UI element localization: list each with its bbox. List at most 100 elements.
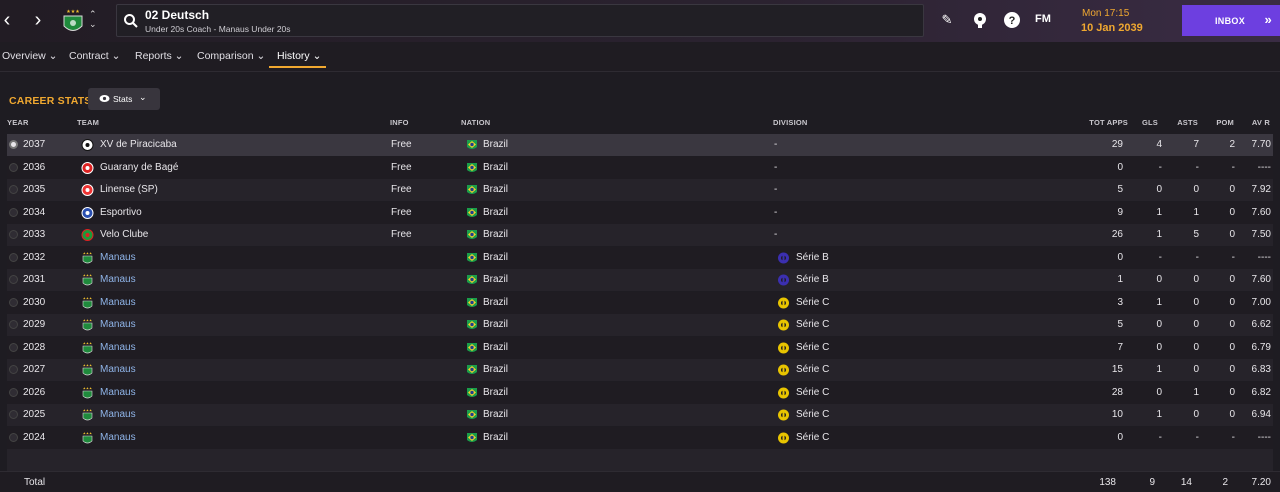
team-cell[interactable]: Manaus [100,319,136,330]
division-cell[interactable]: Série C [796,319,829,330]
current-time: Mon 17:15 [1082,8,1130,19]
col-nation[interactable]: NATION [461,118,490,127]
pom-cell: 0 [1229,184,1235,195]
team-cell[interactable]: Manaus [100,252,136,263]
table-row[interactable]: 2033 Velo Clube Free Brazil - 26 1 5 0 7.50 [7,224,1273,246]
club-badge-icon[interactable]: ★★★ [60,8,86,36]
team-cell[interactable]: Velo Clube [100,229,148,240]
search-box[interactable]: 02 Deutsch Under 20s Coach - Manaus Unde… [116,4,924,37]
nation-cell[interactable]: Brazil [483,364,508,375]
row-select-radio[interactable] [9,365,18,374]
stats-view-dropdown[interactable]: Stats ⌄ [88,88,160,110]
row-select-radio[interactable] [9,185,18,194]
team-cell[interactable]: Esportivo [100,207,142,218]
tab-contract[interactable]: Contract ⌄ [69,50,120,62]
division-cell: - [774,184,778,195]
nation-cell[interactable]: Brazil [483,229,508,240]
avg-rating-cell: 7.70 [1251,139,1271,150]
division-cell[interactable]: Série C [796,364,829,375]
col-team[interactable]: TEAM [77,118,99,127]
col-tot-apps[interactable]: TOT APPS [1078,118,1128,127]
up-down-arrows-icon[interactable]: ⌃ ⌄ [89,9,97,29]
nation-cell[interactable]: Brazil [483,162,508,173]
team-cell[interactable]: Manaus [100,297,136,308]
forward-arrow-icon[interactable]: › [28,10,48,30]
row-select-radio[interactable] [9,320,18,329]
row-select-radio[interactable] [9,297,18,307]
tab-reports[interactable]: Reports ⌄ [135,50,183,62]
team-cell[interactable]: Manaus [100,409,136,420]
nation-cell[interactable]: Brazil [483,409,508,420]
team-cell[interactable]: XV de Piracicaba [100,139,177,150]
team-cell[interactable]: Manaus [100,387,136,398]
row-select-radio[interactable] [9,387,18,397]
table-header: YEAR TEAM INFO NATION DIVISION TOT APPS … [0,116,1280,130]
nation-cell[interactable]: Brazil [483,387,508,398]
fm-logo[interactable]: FM [1035,13,1051,25]
table-row[interactable]: 2036 Guarany de Bagé Free Brazil -0- - - ---- [7,156,1273,179]
table-row[interactable]: 2030 ★★★ Manaus Brazil Série C 3 1 0 0 7.00 [7,291,1273,314]
division-cell[interactable]: Série B [796,274,829,285]
tab-history[interactable]: History ⌄ [277,50,321,62]
team-cell[interactable]: Manaus [100,432,136,443]
row-select-radio[interactable] [9,252,18,262]
table-row[interactable]: 2029 ★★★ Manaus Brazil Série C 5 0 0 0 6.62 [7,314,1273,336]
team-cell[interactable]: Linense (SP) [100,184,158,195]
tab-overview[interactable]: Overview ⌄ [2,50,57,62]
back-arrow-icon[interactable]: ‹ [0,10,17,30]
nation-cell[interactable]: Brazil [483,139,508,150]
table-row[interactable]: 2025 ★★★ Manaus Brazil Série C 10 1 0 0 6.94 [7,404,1273,426]
nation-cell[interactable]: Brazil [483,319,508,330]
nation-cell[interactable]: Brazil [483,274,508,285]
col-year[interactable]: YEAR [7,118,29,127]
table-row[interactable]: 2035 Linense (SP) Free Brazil - 5 0 0 0 7.92 [7,179,1273,201]
col-avr[interactable]: AV R [1240,118,1270,127]
nation-cell[interactable]: Brazil [483,432,508,443]
row-select-radio[interactable] [9,342,18,352]
team-cell[interactable]: Manaus [100,274,136,285]
col-info[interactable]: INFO [390,118,409,127]
row-select-radio[interactable] [9,162,18,172]
col-asts[interactable]: ASTS [1168,118,1198,127]
current-date[interactable]: 10 Jan 2039 [1081,22,1143,34]
table-row[interactable]: 2037 XV de Piracicaba Free Brazil - 29 4 7 2 7.70 [7,134,1273,156]
division-cell[interactable]: Série C [796,409,829,420]
col-division[interactable]: DIVISION [773,118,808,127]
table-row[interactable]: 2034 Esportivo Free Brazil - 9 1 1 0 7.60 [7,201,1273,224]
row-select-radio[interactable] [9,230,18,239]
football-icon[interactable] [971,11,989,29]
row-select-radio[interactable] [9,410,18,419]
col-pom[interactable]: POM [1208,118,1234,127]
row-select-radio[interactable] [9,275,18,284]
year-cell: 2026 [23,386,46,398]
row-select-radio[interactable] [9,207,18,217]
help-icon[interactable]: ? [1003,11,1021,29]
nation-cell[interactable]: Brazil [483,184,508,195]
goals-cell: 1 [1156,229,1162,240]
team-cell[interactable]: Manaus [100,364,136,375]
table-row[interactable]: 2031 ★★★ Manaus Brazil Série B 1 0 0 0 7.60 [7,269,1273,291]
table-row[interactable]: 2027 ★★★ Manaus Brazil Série C 15 1 0 0 6.83 [7,359,1273,381]
division-cell[interactable]: Série C [796,387,829,398]
division-cell[interactable]: Série B [796,252,829,263]
nation-cell[interactable]: Brazil [483,342,508,353]
table-row[interactable]: 2032 ★★★ Manaus Brazil Série B 0- - - ---- [7,246,1273,269]
team-cell[interactable]: Manaus [100,342,136,353]
table-row[interactable]: 2028 ★★★ Manaus Brazil Série C 7 0 0 0 6.79 [7,336,1273,359]
pencil-icon[interactable]: ✎ [938,11,956,29]
tab-comparison[interactable]: Comparison ⌄ [197,50,265,62]
row-select-radio[interactable] [9,432,18,442]
division-cell[interactable]: Série C [796,297,829,308]
info-cell: Free [391,161,412,173]
nation-cell[interactable]: Brazil [483,297,508,308]
col-gls[interactable]: GLS [1130,118,1158,127]
division-cell[interactable]: Série C [796,342,829,353]
row-select-radio[interactable] [9,140,18,149]
inbox-button[interactable]: INBOX » [1182,5,1280,36]
nation-cell[interactable]: Brazil [483,252,508,263]
division-cell[interactable]: Série C [796,432,829,443]
table-row[interactable]: 2024 ★★★ Manaus Brazil Série C 0- - - ---- [7,426,1273,449]
table-row[interactable]: 2026 ★★★ Manaus Brazil Série C 28 0 1 0 6.82 [7,381,1273,404]
team-cell[interactable]: Guarany de Bagé [100,162,178,173]
nation-cell[interactable]: Brazil [483,207,508,218]
